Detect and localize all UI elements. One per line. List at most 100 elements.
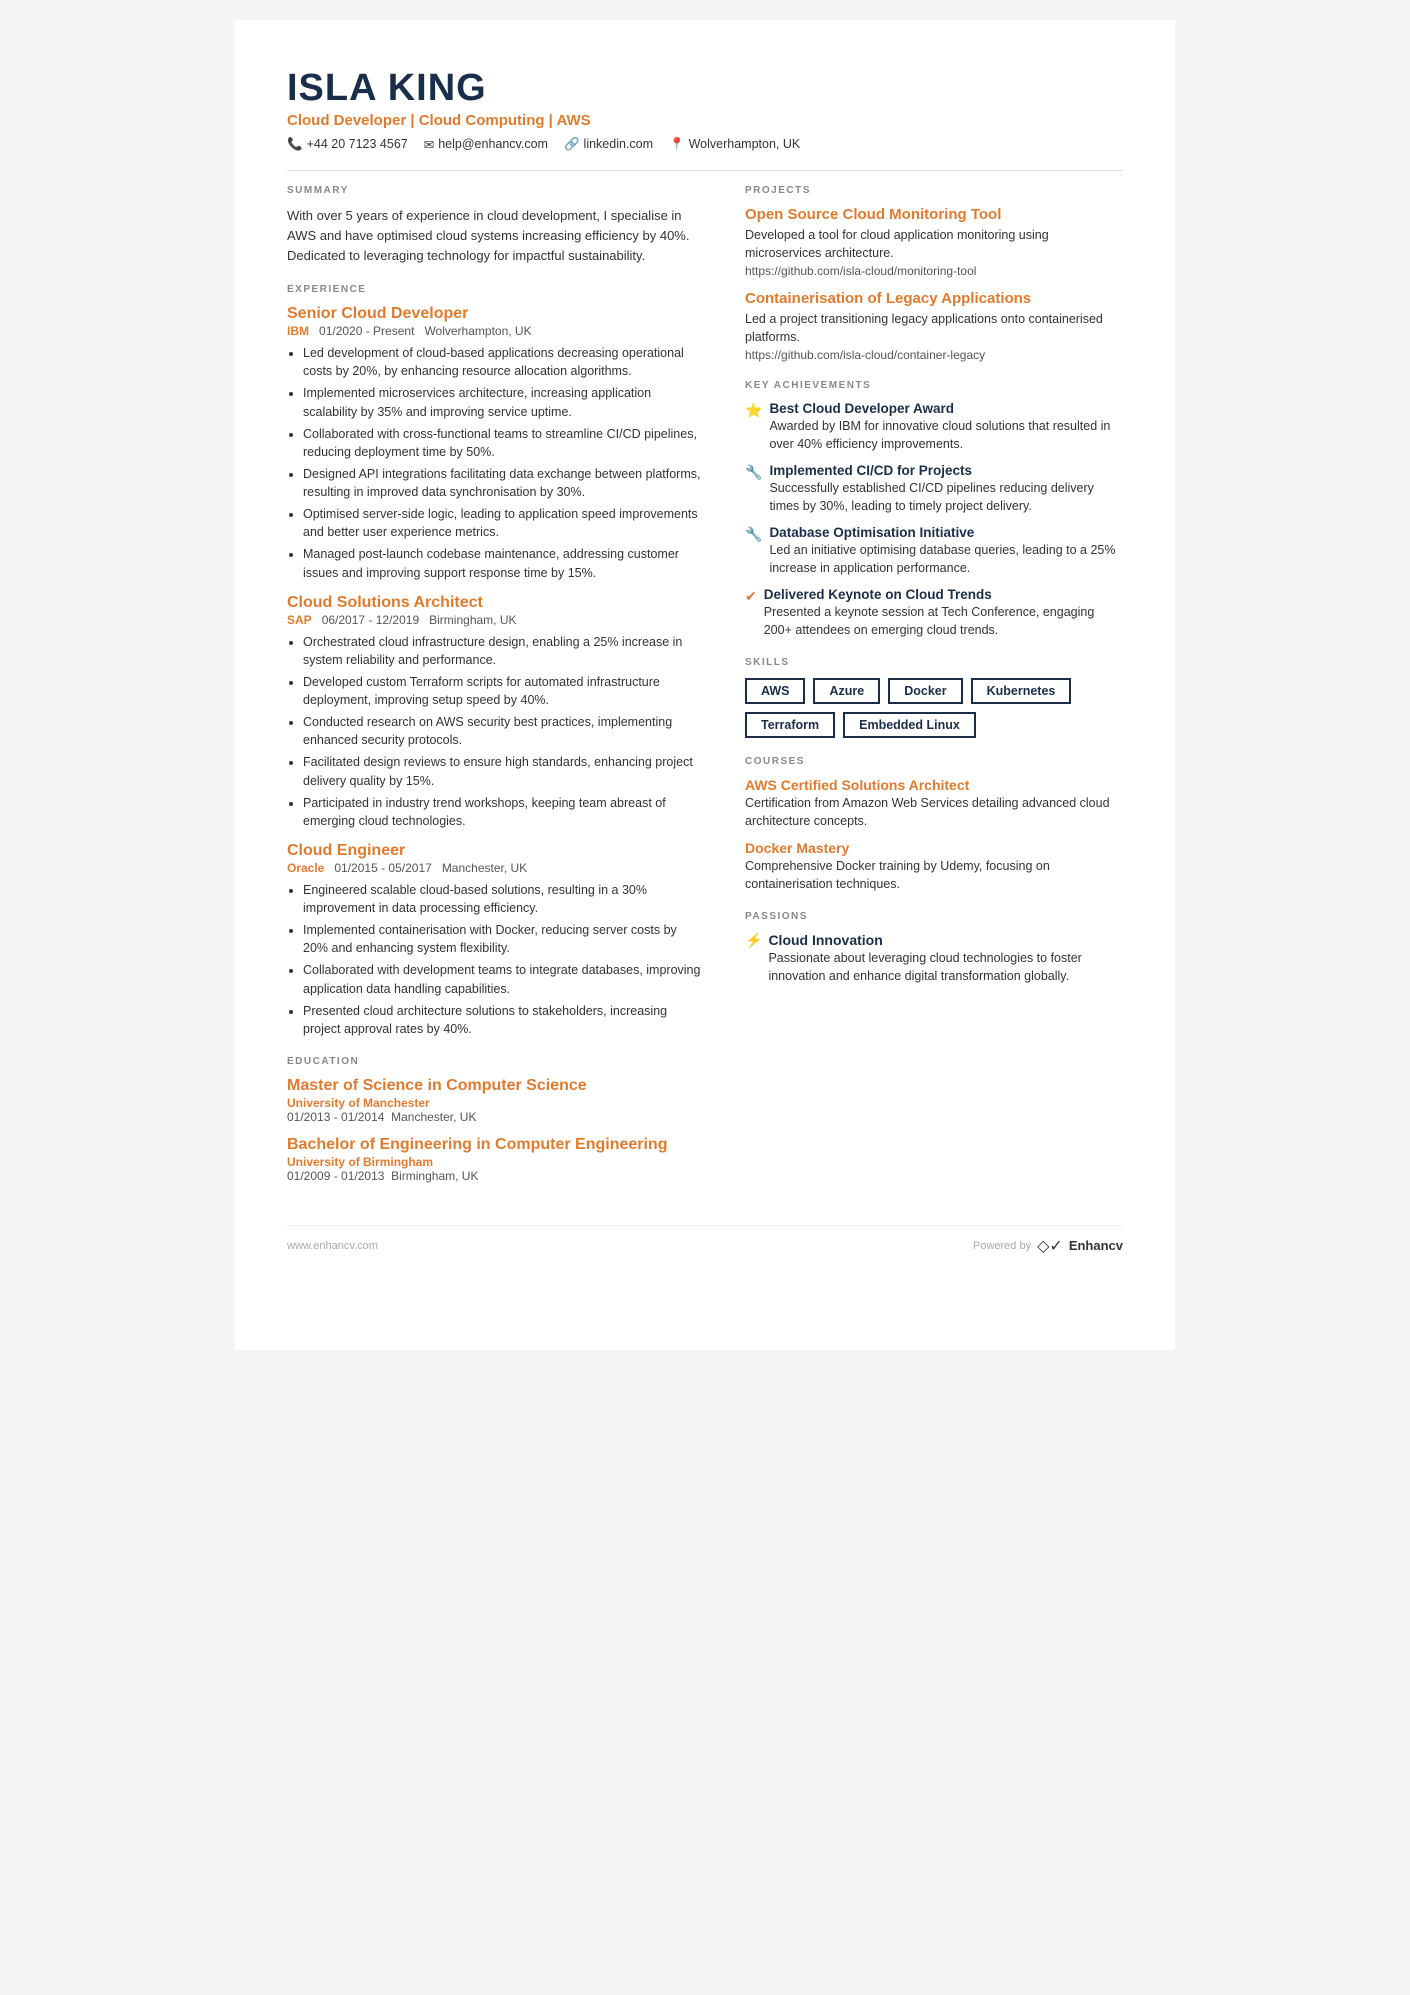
main-content: SUMMARY With over 5 years of experience … [287,185,1123,1195]
summary-label: SUMMARY [287,185,705,196]
contact-row: 📞 +44 20 7123 4567 ✉ help@enhancv.com 🔗 … [287,137,1123,152]
skill-embedded-linux: Embedded Linux [843,712,976,738]
job-1-meta: IBM 01/2020 - Present Wolverhampton, UK [287,324,705,338]
skill-aws: AWS [745,678,805,704]
job-3-location: Manchester, UK [442,861,527,875]
skill-terraform: Terraform [745,712,835,738]
degree-2-institution: University of Birmingham [287,1155,705,1169]
course-1-title: AWS Certified Solutions Architect [745,777,1123,793]
enhancv-brand-name: Enhancv [1069,1238,1123,1253]
list-item: Collaborated with development teams to i… [303,961,705,997]
project-2-link: https://github.com/isla-cloud/container-… [745,348,1123,362]
achievement-4-title: Delivered Keynote on Cloud Trends [764,587,1123,602]
job-2-title: Cloud Solutions Architect [287,594,705,612]
phone-icon: 📞 [287,137,303,152]
job-2-company: SAP [287,613,312,627]
list-item: Facilitated design reviews to ensure hig… [303,753,705,789]
footer-brand: Powered by ◇✓ Enhancv [973,1236,1123,1256]
course-1-desc: Certification from Amazon Web Services d… [745,795,1123,830]
page-footer: www.enhancv.com Powered by ◇✓ Enhancv [287,1225,1123,1256]
achievement-3-desc: Led an initiative optimising database qu… [769,542,1123,577]
enhancv-logo-icon: ◇✓ [1037,1236,1063,1256]
left-column: SUMMARY With over 5 years of experience … [287,185,705,1195]
job-1-date: 01/2020 - Present [312,324,421,338]
achievement-2: 🔧 Implemented CI/CD for Projects Success… [745,463,1123,515]
list-item: Implemented containerisation with Docker… [303,921,705,957]
job-2-meta: SAP 06/2017 - 12/2019 Birmingham, UK [287,613,705,627]
achievement-3-icon: 🔧 [745,526,762,543]
list-item: Orchestrated cloud infrastructure design… [303,633,705,669]
location-contact: 📍 Wolverhampton, UK [669,137,800,152]
linkedin-contact: 🔗 linkedin.com [564,137,653,152]
achievement-3: 🔧 Database Optimisation Initiative Led a… [745,525,1123,577]
resume-page: ISLA KING Cloud Developer | Cloud Comput… [235,20,1175,1350]
achievement-1: ⭐ Best Cloud Developer Award Awarded by … [745,401,1123,453]
achievement-2-icon: 🔧 [745,464,762,481]
powered-by-text: Powered by [973,1240,1031,1252]
course-2-desc: Comprehensive Docker training by Udemy, … [745,858,1123,893]
list-item: Presented cloud architecture solutions t… [303,1002,705,1038]
skill-kubernetes: Kubernetes [971,678,1072,704]
degree-2-title: Bachelor of Engineering in Computer Engi… [287,1136,705,1154]
job-1-location: Wolverhampton, UK [424,324,531,338]
achievement-1-content: Best Cloud Developer Award Awarded by IB… [769,401,1123,453]
degree-1-institution: University of Manchester [287,1096,705,1110]
list-item: Implemented microservices architecture, … [303,384,705,420]
project-2-desc: Led a project transitioning legacy appli… [745,310,1123,346]
course-2-title: Docker Mastery [745,840,1123,856]
project-2: Containerisation of Legacy Applications … [745,290,1123,362]
list-item: Led development of cloud-based applicati… [303,344,705,380]
passion-1-icon: ⚡ [745,932,762,949]
list-item: Collaborated with cross-functional teams… [303,425,705,461]
skills-grid: AWS Azure Docker Kubernetes Terraform Em… [745,678,1123,738]
project-1-desc: Developed a tool for cloud application m… [745,226,1123,262]
skills-label: SKILLS [745,657,1123,668]
education-label: EDUCATION [287,1056,705,1067]
achievement-2-content: Implemented CI/CD for Projects Successfu… [769,463,1123,515]
job-3: Cloud Engineer Oracle 01/2015 - 05/2017 … [287,842,705,1038]
list-item: Designed API integrations facilitating d… [303,465,705,501]
passion-1-content: Cloud Innovation Passionate about levera… [768,932,1123,985]
skill-docker: Docker [888,678,962,704]
list-item: Engineered scalable cloud-based solution… [303,881,705,917]
job-3-date: 01/2015 - 05/2017 [328,861,439,875]
email-contact: ✉ help@enhancv.com [424,137,548,152]
passions-label: PASSIONS [745,911,1123,922]
passion-1-title: Cloud Innovation [768,932,1123,948]
phone-contact: 📞 +44 20 7123 4567 [287,137,408,152]
achievement-3-title: Database Optimisation Initiative [769,525,1123,540]
list-item: Conducted research on AWS security best … [303,713,705,749]
skill-azure: Azure [813,678,880,704]
passion-1-desc: Passionate about leveraging cloud techno… [768,950,1123,985]
job-1-bullets: Led development of cloud-based applicati… [287,344,705,582]
achievement-1-title: Best Cloud Developer Award [769,401,1123,416]
achievement-2-title: Implemented CI/CD for Projects [769,463,1123,478]
degree-1-meta: 01/2013 - 01/2014 Manchester, UK [287,1110,705,1124]
job-3-meta: Oracle 01/2015 - 05/2017 Manchester, UK [287,861,705,875]
project-1-title: Open Source Cloud Monitoring Tool [745,206,1123,223]
job-2-date: 06/2017 - 12/2019 [315,613,426,627]
achievements-label: KEY ACHIEVEMENTS [745,380,1123,391]
header-section: ISLA KING Cloud Developer | Cloud Comput… [287,68,1123,152]
degree-2-meta: 01/2009 - 01/2013 Birmingham, UK [287,1169,705,1183]
projects-label: PROJECTS [745,185,1123,196]
footer-url: www.enhancv.com [287,1240,378,1252]
degree-1: Master of Science in Computer Science Un… [287,1077,705,1124]
project-1: Open Source Cloud Monitoring Tool Develo… [745,206,1123,278]
achievement-1-desc: Awarded by IBM for innovative cloud solu… [769,418,1123,453]
list-item: Developed custom Terraform scripts for a… [303,673,705,709]
achievement-1-icon: ⭐ [745,402,762,419]
course-1: AWS Certified Solutions Architect Certif… [745,777,1123,830]
achievement-3-content: Database Optimisation Initiative Led an … [769,525,1123,577]
email-icon: ✉ [424,137,434,152]
degree-2: Bachelor of Engineering in Computer Engi… [287,1136,705,1183]
job-3-company: Oracle [287,861,324,875]
achievement-4-desc: Presented a keynote session at Tech Conf… [764,604,1123,639]
project-2-title: Containerisation of Legacy Applications [745,290,1123,307]
right-column: PROJECTS Open Source Cloud Monitoring To… [745,185,1123,1195]
achievement-4-icon: ✔ [745,588,757,605]
degree-1-title: Master of Science in Computer Science [287,1077,705,1095]
candidate-title: Cloud Developer | Cloud Computing | AWS [287,112,1123,129]
job-1-company: IBM [287,324,309,338]
course-2: Docker Mastery Comprehensive Docker trai… [745,840,1123,893]
